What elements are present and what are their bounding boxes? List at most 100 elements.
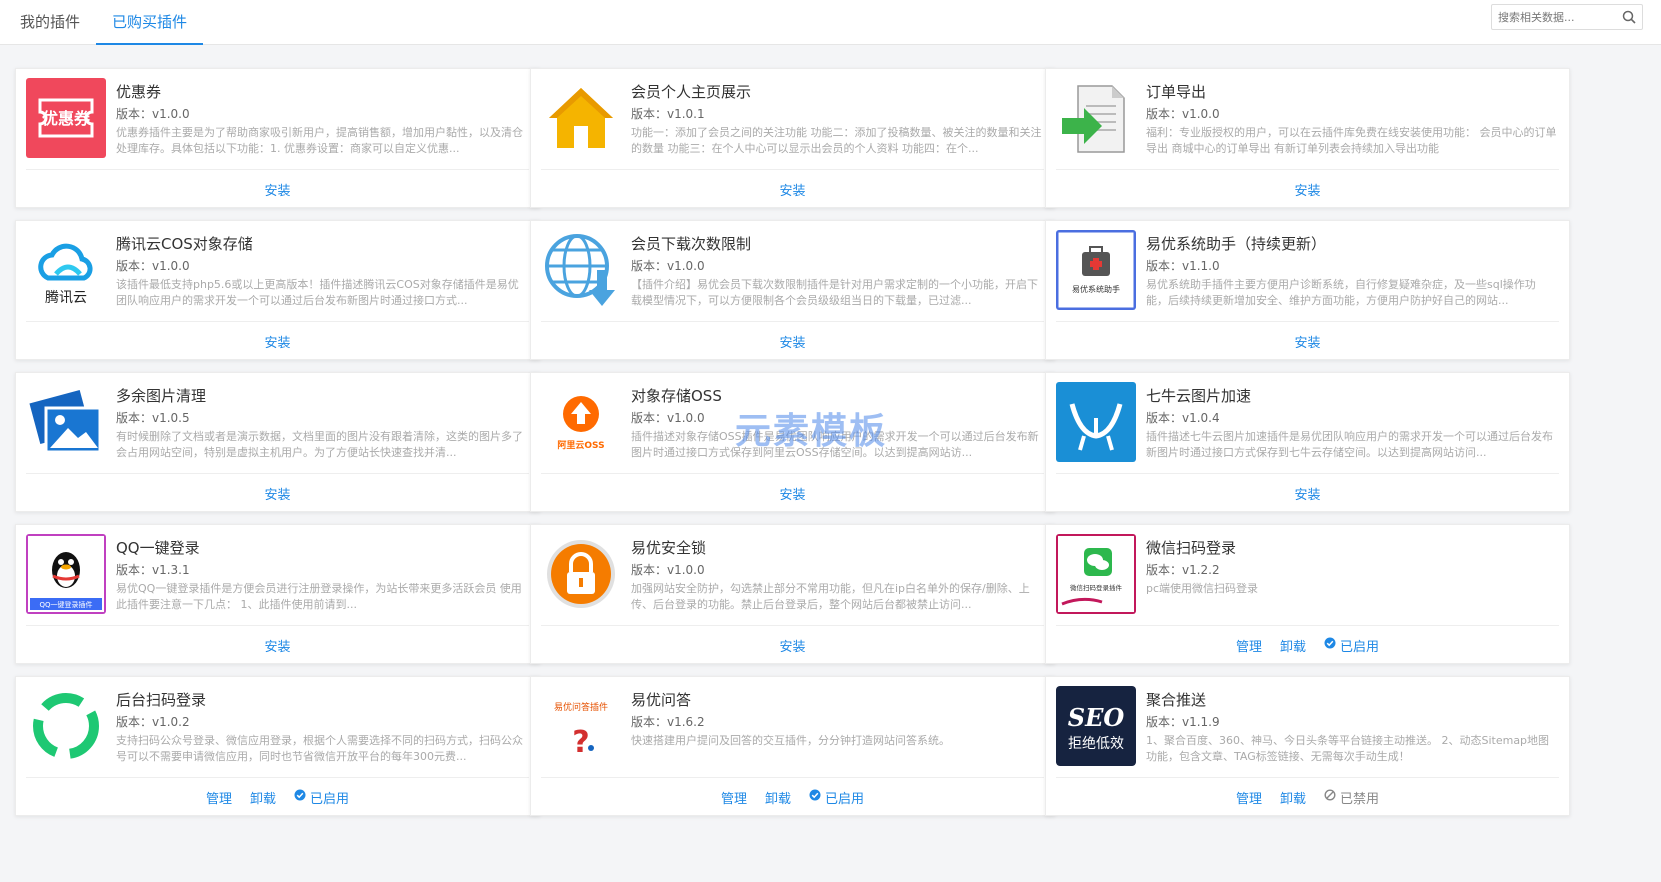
install-button[interactable]: 安装 bbox=[264, 180, 290, 199]
svg-text:腾讯云: 腾讯云 bbox=[45, 289, 87, 306]
install-button[interactable]: 安装 bbox=[1294, 180, 1320, 199]
install-button[interactable]: 安装 bbox=[1294, 332, 1320, 351]
plugin-name: 易优问答 bbox=[631, 691, 692, 709]
card-actions: 安装 bbox=[16, 179, 539, 199]
plugin-name: 易优安全锁 bbox=[631, 539, 707, 557]
status-toggle[interactable]: 已启用 bbox=[1324, 636, 1379, 655]
card-divider bbox=[1056, 777, 1559, 778]
svg-text:?: ? bbox=[572, 725, 589, 760]
card-actions: 管理 卸载 已禁用 bbox=[1046, 787, 1569, 807]
card-actions: 安装 bbox=[16, 635, 539, 655]
tab-purchased-plugins[interactable]: 已购买插件 bbox=[96, 0, 204, 45]
install-button[interactable]: 安装 bbox=[779, 332, 805, 351]
tab-my-plugins[interactable]: 我的插件 bbox=[4, 0, 96, 45]
install-button[interactable]: 安装 bbox=[1294, 484, 1320, 503]
plugin-version: 版本：v1.0.5 bbox=[116, 411, 190, 425]
plugin-name: 微信扫码登录 bbox=[1146, 539, 1237, 557]
plugin-version: 版本：v1.3.1 bbox=[116, 563, 190, 577]
card-actions: 安装 bbox=[1046, 483, 1569, 503]
plugin-card: 易优系统助手 易优系统助手（持续更新） 版本：v1.1.0 易优系统助手插件主要… bbox=[1045, 220, 1570, 360]
manage-button[interactable]: 管理 bbox=[206, 788, 232, 807]
plugin-description: 优惠券插件主要是为了帮助商家吸引新用户，提高销售额，增加用户黏性，以及清仓处理库… bbox=[116, 126, 523, 155]
wechat-icon: 微信扫码登录插件 bbox=[1056, 534, 1136, 614]
seo-icon: SEO 拒绝低效 bbox=[1056, 686, 1136, 766]
card-divider bbox=[541, 625, 1044, 626]
svg-text:微信扫码登录插件: 微信扫码登录插件 bbox=[1070, 583, 1123, 592]
plugin-version: 版本：v1.0.0 bbox=[1146, 107, 1220, 121]
plugin-version: 版本：v1.0.0 bbox=[631, 563, 705, 577]
card-actions: 安装 bbox=[16, 483, 539, 503]
card-actions: 安装 bbox=[531, 179, 1054, 199]
card-actions: 安装 bbox=[16, 331, 539, 351]
card-actions: 管理 卸载 已启用 bbox=[1046, 635, 1569, 655]
plugin-description: 易优QQ一键登录插件是方便会员进行注册登录操作，为站长带来更多活跃会员 使用此插… bbox=[116, 582, 522, 611]
manage-button[interactable]: 管理 bbox=[1236, 788, 1262, 807]
card-actions: 安装 bbox=[531, 635, 1054, 655]
plugin-card: 后台扫码登录 版本：v1.0.2 支持扫码公众号登录、微信应用登录，根据个人需要… bbox=[15, 676, 540, 816]
uninstall-button[interactable]: 卸载 bbox=[1280, 636, 1306, 655]
export-document-icon bbox=[1056, 78, 1136, 158]
ban-icon bbox=[1324, 789, 1336, 805]
plugin-description: 快速搭建用户提问及回答的交互插件，分分钟打造网站问答系统。 bbox=[631, 734, 950, 747]
status-toggle[interactable]: 已禁用 bbox=[1324, 788, 1379, 807]
plugin-description: 插件描述七牛云图片加速插件是易优团队响应用户的需求开发一个可以通过后台发布新图片… bbox=[1146, 430, 1553, 459]
plugin-version: 版本：v1.0.4 bbox=[1146, 411, 1220, 425]
card-actions: 管理 卸载 已启用 bbox=[531, 787, 1054, 807]
svg-text:QQ一键登录插件: QQ一键登录插件 bbox=[39, 600, 92, 609]
card-divider bbox=[26, 321, 529, 322]
svg-text:SEO: SEO bbox=[1068, 703, 1125, 732]
aliyun-oss-icon: 阿里云OSS bbox=[541, 382, 621, 462]
check-circle-icon bbox=[809, 789, 821, 805]
card-divider bbox=[26, 169, 529, 170]
uninstall-button[interactable]: 卸载 bbox=[1280, 788, 1306, 807]
plugin-card: 会员下载次数限制 版本：v1.0.0 【插件介绍】易优会员下载次数限制插件是针对… bbox=[530, 220, 1055, 360]
status-toggle[interactable]: 已启用 bbox=[294, 788, 349, 807]
card-actions: 安装 bbox=[1046, 331, 1569, 351]
plugin-name: 聚合推送 bbox=[1146, 691, 1207, 709]
images-icon bbox=[26, 382, 106, 462]
plugin-card: 七牛云图片加速 版本：v1.0.4 插件描述七牛云图片加速插件是易优团队响应用户… bbox=[1045, 372, 1570, 512]
plugin-version: 版本：v1.2.2 bbox=[1146, 563, 1220, 577]
uninstall-button[interactable]: 卸载 bbox=[250, 788, 276, 807]
install-button[interactable]: 安装 bbox=[779, 484, 805, 503]
plugin-description: 1、聚合百度、360、神马、今日头条等平台链接主动推送。 2、动态Sitemap… bbox=[1146, 734, 1550, 763]
plugin-card: QQ一键登录插件 QQ一键登录 版本：v1.3.1 易优QQ一键登录插件是方便会… bbox=[15, 524, 540, 664]
plugin-card: 易优安全锁 版本：v1.0.0 加强网站安全防护，勾选禁止部分不常用功能，但凡在… bbox=[530, 524, 1055, 664]
plugin-card: SEO 拒绝低效 聚合推送 版本：v1.1.9 1、聚合百度、360、神马、今日头… bbox=[1045, 676, 1570, 816]
manage-button[interactable]: 管理 bbox=[1236, 636, 1262, 655]
install-button[interactable]: 安装 bbox=[264, 484, 290, 503]
card-divider bbox=[541, 473, 1044, 474]
install-button[interactable]: 安装 bbox=[264, 636, 290, 655]
manage-button[interactable]: 管理 bbox=[721, 788, 747, 807]
plugin-version: 版本：v1.0.2 bbox=[116, 715, 190, 729]
uninstall-button[interactable]: 卸载 bbox=[765, 788, 791, 807]
plugin-version: 版本：v1.0.0 bbox=[116, 259, 190, 273]
status-toggle[interactable]: 已启用 bbox=[809, 788, 864, 807]
svg-text:阿里云OSS: 阿里云OSS bbox=[557, 440, 604, 451]
card-divider bbox=[1056, 473, 1559, 474]
card-divider bbox=[1056, 169, 1559, 170]
search-icon[interactable] bbox=[1622, 10, 1636, 24]
install-button[interactable]: 安装 bbox=[779, 636, 805, 655]
scan-login-icon bbox=[26, 686, 106, 766]
plugin-name: 会员个人主页展示 bbox=[631, 83, 752, 101]
plugin-version: 版本：v1.0.0 bbox=[116, 107, 190, 121]
qiniu-icon bbox=[1056, 382, 1136, 462]
install-button[interactable]: 安装 bbox=[264, 332, 290, 351]
status-label: 已启用 bbox=[825, 791, 865, 807]
search-box bbox=[1491, 4, 1643, 30]
plugin-version: 版本：v1.0.0 bbox=[631, 411, 705, 425]
card-actions: 管理 卸载 已启用 bbox=[16, 787, 539, 807]
plugin-card: 易优问答插件? 易优问答 版本：v1.6.2 快速搭建用户提问及回答的交互插件，… bbox=[530, 676, 1055, 816]
card-divider bbox=[26, 473, 529, 474]
search-input[interactable] bbox=[1492, 5, 1616, 29]
status-label: 已启用 bbox=[1340, 639, 1380, 655]
install-button[interactable]: 安装 bbox=[779, 180, 805, 199]
card-divider bbox=[541, 777, 1044, 778]
plugin-description: 该插件最低支持php5.6或以上更高版本！插件描述腾讯云COS对象存储插件是易优… bbox=[116, 278, 519, 307]
lock-icon bbox=[541, 534, 621, 614]
house-icon bbox=[541, 78, 621, 158]
plugin-name: 会员下载次数限制 bbox=[631, 235, 752, 253]
plugin-card: 订单导出 版本：v1.0.0 福利：专业版授权的用户，可以在云插件库免费在线安装… bbox=[1045, 68, 1570, 208]
card-divider bbox=[1056, 625, 1559, 626]
